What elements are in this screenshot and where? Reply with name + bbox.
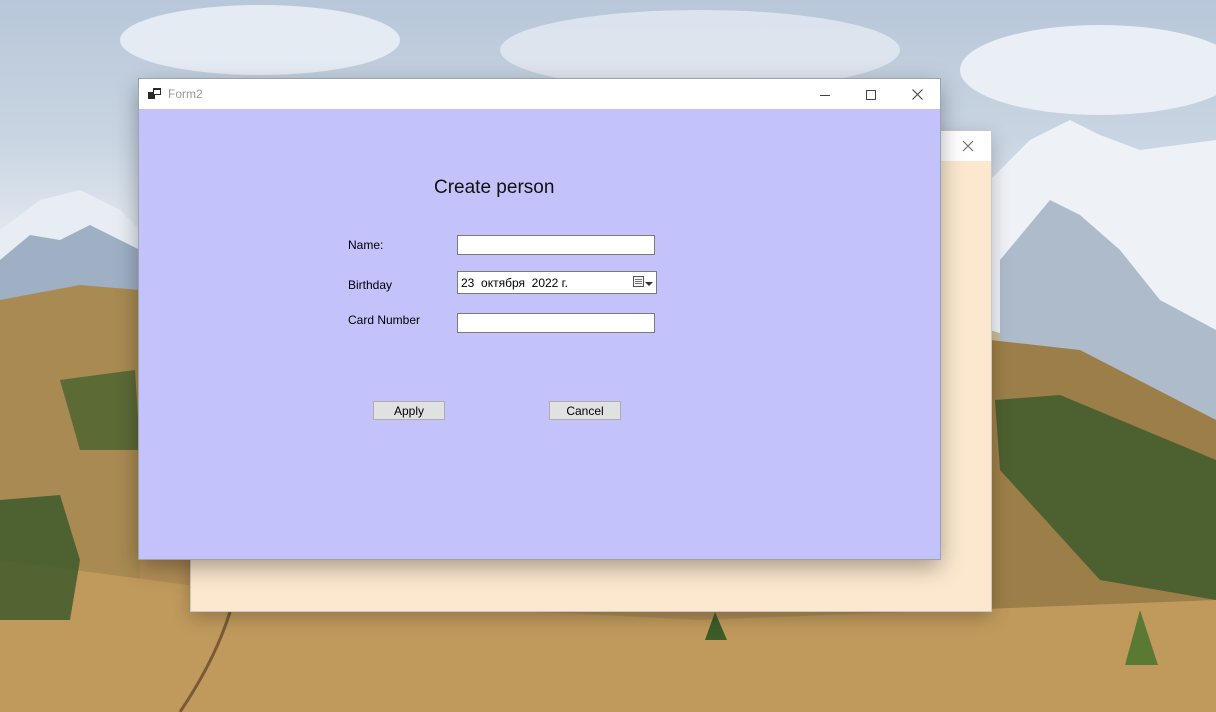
maximize-button[interactable] [848,79,894,109]
apply-button[interactable]: Apply [373,401,445,420]
close-icon [962,137,974,156]
card-number-input[interactable] [457,313,655,333]
windows-form-icon [147,86,163,102]
cancel-button[interactable]: Cancel [549,401,621,420]
calendar-dropdown-button[interactable] [633,275,653,290]
chevron-down-icon [645,276,653,290]
close-button[interactable] [894,79,940,109]
calendar-icon [633,275,644,290]
form-heading: Create person [434,177,555,198]
name-input[interactable] [457,235,655,255]
window-title: Form2 [168,87,203,101]
background-window-close-button[interactable] [945,131,991,161]
birthday-datepicker[interactable]: 23 октября 2022 г. [457,271,657,294]
birthday-label: Birthday [348,278,393,292]
window-titlebar[interactable]: Form2 [139,79,940,109]
form-client-area: Create person Name: Birthday 23 октября … [139,109,940,559]
close-icon [911,85,923,104]
form2-window: Form2 Create person Name: Birthday 23 ок… [139,79,940,559]
card-number-label: Card Number [348,313,421,327]
minimize-button[interactable] [802,79,848,109]
maximize-icon [866,85,876,104]
name-label: Name: [348,238,384,252]
minimize-icon [820,85,830,104]
birthday-value: 23 октября 2022 г. [461,275,568,290]
